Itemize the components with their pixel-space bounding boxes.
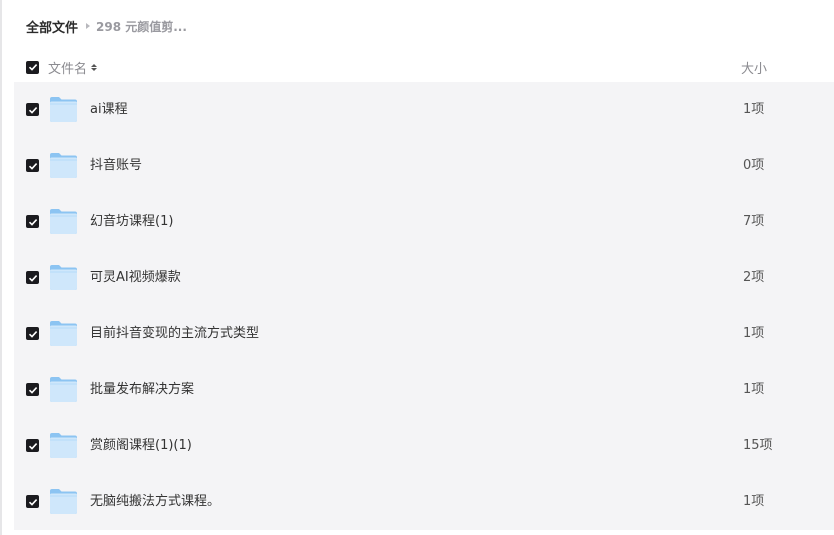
file-row[interactable]: 批量发布解决方案 1项 (14, 362, 834, 418)
folder-icon[interactable] (49, 208, 78, 235)
file-size: 1项 (743, 326, 765, 341)
file-row[interactable]: 目前抖音变现的主流方式类型 1项 (14, 306, 834, 362)
file-size: 1项 (743, 494, 765, 509)
file-name[interactable]: 无脑纯搬法方式课程。 (90, 474, 220, 530)
folder-icon[interactable] (49, 320, 78, 347)
column-header-size[interactable]: 大小 (741, 58, 767, 77)
file-name[interactable]: 赏颜阁课程(1)(1) (90, 418, 192, 474)
file-size: 1项 (743, 102, 765, 117)
checkmark-icon (28, 64, 37, 71)
file-name[interactable]: 目前抖音变现的主流方式类型 (90, 306, 259, 362)
checkmark-icon (28, 498, 37, 506)
folder-icon[interactable] (49, 264, 78, 291)
checkmark-icon (28, 162, 37, 170)
file-name[interactable]: 批量发布解决方案 (90, 362, 194, 418)
row-checkbox[interactable] (26, 383, 39, 396)
breadcrumb-root[interactable]: 全部文件 (26, 17, 78, 36)
file-size: 0项 (743, 158, 765, 173)
row-checkbox[interactable] (26, 103, 39, 116)
breadcrumb-current: 298 元颜值剪... (96, 19, 187, 34)
folder-icon[interactable] (49, 152, 78, 179)
checkmark-icon (28, 106, 37, 114)
file-list-header: 文件名 大小 (26, 56, 816, 78)
checkmark-icon (28, 274, 37, 282)
file-name[interactable]: 可灵AI视频爆款 (90, 250, 181, 306)
file-row[interactable]: ai课程 1项 (14, 82, 834, 138)
file-row[interactable]: 赏颜阁课程(1)(1) 15项 (14, 418, 834, 474)
row-checkbox[interactable] (26, 327, 39, 340)
file-name[interactable]: 幻音坊课程(1) (90, 194, 173, 250)
file-size: 2项 (743, 270, 765, 285)
file-row[interactable]: 幻音坊课程(1) 7项 (14, 194, 834, 250)
file-row[interactable]: 无脑纯搬法方式课程。 1项 (14, 474, 834, 530)
column-header-name[interactable]: 文件名 (48, 58, 98, 77)
file-row[interactable]: 抖音账号 0项 (14, 138, 834, 194)
file-list: ai课程 1项 抖音账号 0项 幻音坊课程(1) 7项 可灵AI视频爆款 2项 … (14, 82, 834, 530)
checkmark-icon (28, 442, 37, 450)
row-checkbox[interactable] (26, 439, 39, 452)
breadcrumb-separator-icon (86, 23, 91, 29)
folder-icon[interactable] (49, 96, 78, 123)
row-checkbox[interactable] (26, 215, 39, 228)
panel-border (0, 0, 2, 535)
sort-icon[interactable] (91, 63, 98, 71)
checkmark-icon (28, 218, 37, 226)
breadcrumb: 全部文件 298 元颜值剪... (26, 17, 187, 36)
file-size: 1项 (743, 382, 765, 397)
file-name[interactable]: ai课程 (90, 82, 128, 138)
column-header-name-label: 文件名 (48, 61, 88, 77)
folder-icon[interactable] (49, 432, 78, 459)
folder-icon[interactable] (49, 376, 78, 403)
select-all-checkbox[interactable] (26, 60, 39, 74)
checkmark-icon (28, 330, 37, 338)
row-checkbox[interactable] (26, 159, 39, 172)
file-row[interactable]: 可灵AI视频爆款 2项 (14, 250, 834, 306)
checkmark-icon (28, 386, 37, 394)
file-size: 7项 (743, 214, 765, 229)
row-checkbox[interactable] (26, 495, 39, 508)
row-checkbox[interactable] (26, 271, 39, 284)
file-size: 15项 (743, 438, 773, 453)
file-name[interactable]: 抖音账号 (90, 138, 142, 194)
folder-icon[interactable] (49, 488, 78, 515)
